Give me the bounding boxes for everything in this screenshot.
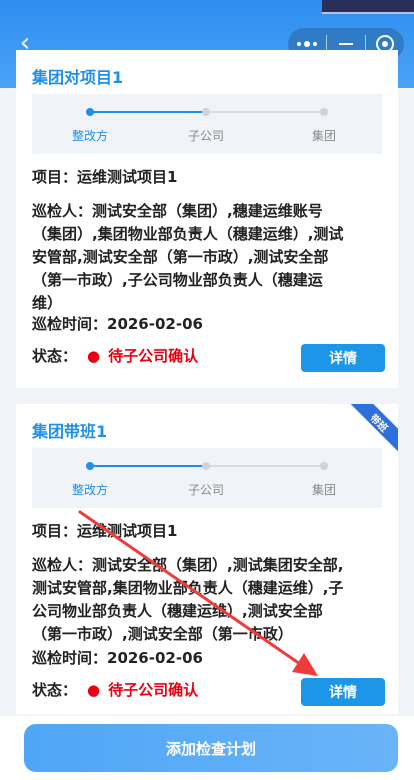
step-label-subsidiary: 子公司: [187, 483, 224, 497]
progress-steps: 整改方 子公司 集团: [32, 448, 382, 508]
detail-button[interactable]: 详情: [301, 678, 385, 706]
detail-button[interactable]: 详情: [301, 344, 385, 372]
step-dot: [320, 462, 328, 470]
status-label: 状态：: [32, 347, 78, 365]
step-dot: [320, 108, 328, 116]
project-line: 项目：运维测试项目1: [32, 168, 178, 186]
progress-track-pending: [206, 465, 324, 467]
progress-steps: 整改方 子公司 集团: [32, 94, 382, 154]
inspection-time: 巡检时间：2026-02-06: [32, 649, 203, 667]
progress-track-done: [90, 111, 206, 113]
step-dot: [202, 462, 210, 470]
inspectors-line: 巡检人：测试安全部（集团）,穗建运维账号 （集团）,集团物业部负责人（穗建运维）…: [32, 202, 344, 312]
step-label-subsidiary: 子公司: [187, 129, 224, 143]
status-value: 待子公司确认: [108, 681, 199, 699]
progress-track-done: [90, 465, 206, 467]
card-title: 集团带班1: [32, 422, 108, 441]
add-plan-button[interactable]: 添加检查计划: [24, 724, 398, 772]
status-label: 状态：: [32, 681, 78, 699]
project-line: 项目：运维测试项目1: [32, 522, 178, 540]
plan-card: 带班 集团带班1 整改方 子公司 集团 项目：运维测试项目1 巡检人：测试安全部…: [16, 404, 398, 714]
step-dot-active: [86, 108, 94, 116]
duty-ribbon: 带班: [350, 404, 398, 452]
step-dot-active: [86, 462, 94, 470]
status-value: 待子公司确认: [108, 347, 199, 365]
plan-card: 集团对项目1 整改方 子公司 集团 项目：运维测试项目1 巡检人：测试安全部（集…: [16, 50, 398, 388]
step-label-group: 集团: [311, 129, 336, 143]
inspectors-line: 巡检人：测试安全部（集团）,测试集团安全部, 测试安管部,集团物业部负责人（穗建…: [32, 556, 344, 643]
status-dot-icon: ●: [87, 347, 101, 365]
step-label-group: 集团: [311, 483, 336, 497]
thumbnail-strip: [322, 0, 414, 14]
step-dot: [202, 108, 210, 116]
step-label-rectifier: 整改方: [71, 483, 108, 497]
progress-track-pending: [206, 111, 324, 113]
card-title: 集团对项目1: [32, 68, 124, 87]
footer-bar: 添加检查计划: [0, 716, 414, 780]
status-dot-icon: ●: [87, 681, 101, 699]
step-label-rectifier: 整改方: [71, 129, 108, 143]
inspection-time: 巡检时间：2026-02-06: [32, 315, 203, 333]
